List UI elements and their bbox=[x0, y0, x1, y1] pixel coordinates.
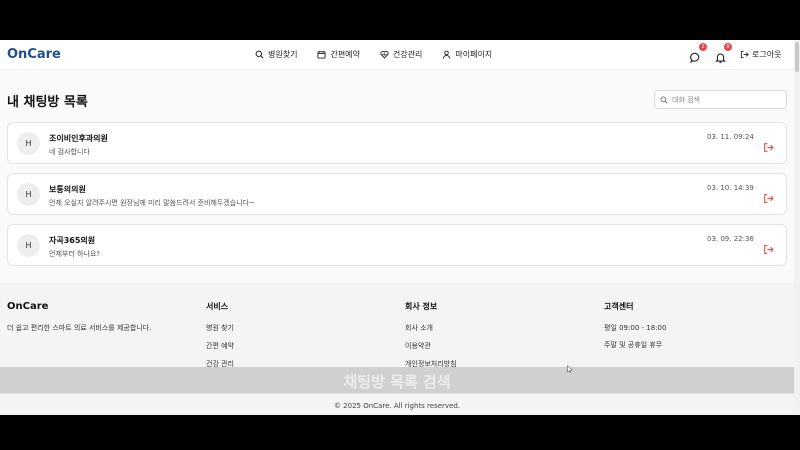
leave-chat-button[interactable] bbox=[763, 240, 774, 254]
scrollbar-thumb[interactable] bbox=[795, 42, 799, 72]
chat-search-box[interactable] bbox=[654, 90, 787, 109]
chat-room-item[interactable]: H 자곡365의원 언제부터 하나요? 03. 09. 22:36 bbox=[7, 224, 787, 266]
search-icon bbox=[660, 96, 668, 104]
main-content: 내 채팅방 목록 H 조이비인후과의원 네 검사합니다 03. 11. 09:2… bbox=[0, 71, 794, 283]
avatar: H bbox=[17, 132, 40, 155]
nav-quick-booking[interactable]: 간편예약 bbox=[317, 49, 360, 60]
overlay-caption: 채팅방 목록 검색 bbox=[343, 373, 451, 391]
chat-room-name: 보통의의원 bbox=[49, 185, 86, 194]
footer-heading: 고객센터 bbox=[604, 302, 634, 311]
copyright: © 2025 OnCare. All rights reserved. bbox=[333, 402, 461, 410]
last-message: 언제 오실지 알려주시면 원장님께 미리 말씀드려서 준비해두겠습니다~ bbox=[49, 199, 255, 207]
footer-heading: 회사 정보 bbox=[405, 302, 438, 311]
leave-chat-button[interactable] bbox=[763, 138, 774, 152]
calendar-icon bbox=[317, 50, 327, 59]
footer-services: 서비스 병원 찾기 간편 예약 건강 관리 bbox=[206, 301, 234, 377]
main-nav: 병원찾기 간편예약 건강관리 마이페이지 bbox=[255, 49, 492, 60]
bell-icon bbox=[715, 53, 726, 63]
last-message: 네 검사합니다 bbox=[49, 148, 90, 156]
footer-company: 회사 정보 회사 소개 이용약관 개인정보처리방침 bbox=[405, 301, 457, 377]
logout-icon bbox=[740, 50, 749, 58]
chat-room-item[interactable]: H 보통의의원 언제 오실지 알려주시면 원장님께 미리 말씀드려서 준비해두겠… bbox=[7, 173, 787, 215]
caption-overlay: 채팅방 목록 검색 bbox=[0, 367, 794, 393]
footer-link[interactable]: 이용약관 bbox=[405, 341, 457, 351]
notification-button[interactable]: 0 bbox=[715, 43, 732, 63]
page-title: 내 채팅방 목록 bbox=[7, 95, 88, 110]
exit-icon bbox=[764, 194, 774, 203]
logo[interactable]: OnCare bbox=[7, 47, 61, 62]
footer-description: 더 쉽고 편리한 스마트 의료 서비스를 제공합니다. bbox=[7, 324, 152, 332]
mouse-cursor-icon bbox=[567, 365, 573, 373]
footer-logo: OnCare bbox=[7, 301, 49, 312]
footer-link[interactable]: 회사 소개 bbox=[405, 323, 457, 333]
logout-label: 로그아웃 bbox=[752, 49, 782, 59]
nav-label: 마이페이지 bbox=[455, 50, 493, 59]
chat-badge: 1 bbox=[699, 43, 707, 51]
support-hours: 평일 09:00 - 18:00 bbox=[604, 324, 667, 332]
exit-icon bbox=[764, 245, 774, 254]
nav-health-care[interactable]: 건강관리 bbox=[380, 49, 422, 60]
footer-link[interactable]: 병원 찾기 bbox=[206, 323, 234, 333]
header-actions: 1 0 로그아웃 bbox=[690, 43, 781, 64]
heart-icon bbox=[380, 50, 389, 59]
nav-find-hospital[interactable]: 병원찾기 bbox=[255, 49, 297, 60]
search-icon bbox=[255, 50, 264, 59]
footer-link[interactable]: 간편 예약 bbox=[206, 341, 234, 351]
nav-label: 간편예약 bbox=[330, 50, 360, 59]
last-message: 언제부터 하나요? bbox=[49, 250, 101, 258]
chat-room-name: 자곡365의원 bbox=[49, 236, 96, 245]
last-message-time: 03. 09. 22:36 bbox=[707, 235, 754, 243]
chat-bubble-icon bbox=[690, 52, 700, 64]
chat-room-item[interactable]: H 조이비인후과의원 네 검사합니다 03. 11. 09:24 bbox=[7, 122, 787, 164]
footer-divider bbox=[0, 393, 794, 394]
site-footer: OnCare 더 쉽고 편리한 스마트 의료 서비스를 제공합니다. 서비스 병… bbox=[0, 283, 794, 415]
footer-support: 고객센터 평일 09:00 - 18:00 주말 및 공휴일 휴무 bbox=[604, 301, 666, 357]
exit-icon bbox=[764, 143, 774, 152]
chat-button[interactable]: 1 bbox=[690, 43, 707, 64]
leave-chat-button[interactable] bbox=[763, 189, 774, 203]
avatar: H bbox=[17, 234, 40, 257]
last-message-time: 03. 10. 14:39 bbox=[707, 184, 754, 192]
user-icon bbox=[443, 50, 451, 59]
support-holiday: 주말 및 공휴일 휴무 bbox=[604, 341, 663, 349]
chat-room-name: 조이비인후과의원 bbox=[49, 134, 108, 143]
page-scrollbar[interactable] bbox=[794, 40, 800, 415]
chat-search-input[interactable] bbox=[672, 95, 782, 104]
notification-badge: 0 bbox=[724, 43, 732, 51]
nav-label: 건강관리 bbox=[392, 50, 423, 59]
nav-my-page[interactable]: 마이페이지 bbox=[442, 49, 492, 60]
logout-button[interactable]: 로그아웃 bbox=[740, 49, 781, 60]
footer-heading: 서비스 bbox=[206, 302, 229, 311]
nav-label: 병원찾기 bbox=[268, 50, 298, 59]
avatar: H bbox=[17, 183, 40, 206]
app-window: OnCare 병원찾기 간편예약 건강관리 마이페이지 1 0 로그아웃 내 채… bbox=[0, 40, 800, 415]
top-header: OnCare 병원찾기 간편예약 건강관리 마이페이지 1 0 로그아웃 bbox=[0, 40, 794, 70]
last-message-time: 03. 11. 09:24 bbox=[707, 133, 754, 141]
chat-room-list: H 조이비인후과의원 네 검사합니다 03. 11. 09:24 H 보통의의원… bbox=[7, 122, 787, 275]
